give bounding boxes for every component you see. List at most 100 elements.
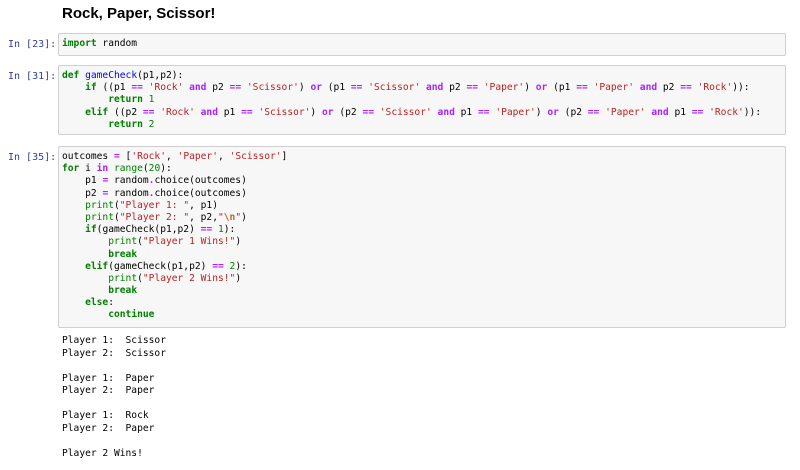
code-token: random [96, 38, 138, 49]
code-line: p2 = random.choice(outcomes) [62, 188, 782, 200]
code-token: 1 [148, 94, 155, 106]
code-token: 'Paper' [177, 151, 218, 162]
notebook-page: Rock, Paper, Scissor! In [23]: import ra… [0, 0, 800, 470]
code-line: print("Player 2: ", p2,"\n") [62, 212, 782, 224]
code-token: )): [743, 106, 762, 118]
cell-output: Player 1: Scissor Player 2: Scissor Play… [62, 335, 166, 460]
code-line: return 1 [62, 94, 782, 106]
code-token: ) [535, 106, 548, 118]
cell-prompt: In [31]: [8, 71, 57, 82]
code-token: return [108, 94, 143, 106]
code-token: p1 [62, 175, 103, 187]
cell-prompt: In [35]: [8, 152, 57, 163]
code-token: "Player 2 Wins!" [142, 272, 236, 284]
code-token: \n [223, 211, 236, 223]
output-line: Player 1: Rock [62, 410, 149, 421]
code-token: ) [241, 211, 247, 223]
code-token: (gameCheck(p1,p2) [96, 224, 201, 236]
code-token: break [108, 248, 138, 260]
code-token: print [108, 236, 138, 248]
code-token: and [639, 82, 658, 94]
code-token: (p1 [322, 82, 351, 94]
output-blank-line [62, 435, 166, 448]
code-token: 'Rock' [131, 151, 166, 162]
code-token: (p1 [547, 82, 577, 94]
code-token: , [217, 151, 230, 162]
code-token: if [85, 224, 97, 236]
code-token: == [131, 82, 143, 94]
code-token: and [189, 82, 207, 94]
code-token: 'Paper' [605, 106, 646, 118]
code-token: print [85, 199, 114, 211]
code-input-area[interactable]: outcomes = ['Rock', 'Paper', 'Scissor'] … [58, 146, 786, 328]
code-token: 'Paper' [495, 106, 536, 118]
code-token: in [96, 163, 109, 175]
code-input-area[interactable]: def gameCheck(p1,p2): if ((p1 == 'Rock' … [58, 65, 786, 135]
code-token: "Player 1 Wins!" [142, 236, 236, 248]
code-token: 2 [148, 118, 155, 130]
code-token: p2 [443, 82, 467, 94]
code-token: i [79, 163, 97, 175]
code-token: (gameCheck(p1,p2) [108, 260, 213, 272]
code-token: == [680, 82, 692, 94]
code-token: p1 [217, 106, 242, 118]
code-token: else [85, 297, 109, 309]
code-token: p2 [206, 82, 230, 94]
code-token: for [62, 163, 80, 175]
code-token: or [310, 82, 322, 94]
code-token: 'Rock' [697, 82, 733, 94]
code-line: import random [62, 38, 782, 50]
code-token: "Player 1: " [119, 199, 190, 211]
code-token: == [466, 82, 478, 94]
code-token: == [362, 106, 374, 118]
code-token: if [85, 82, 97, 94]
code-line: print("Player 2 Wins!") [62, 273, 782, 285]
code-line: def gameCheck(p1,p2): [62, 70, 782, 82]
code-token: ): [160, 163, 172, 175]
code-token: or [535, 82, 548, 94]
code-token: outcomes [62, 151, 114, 162]
code-token: ): [235, 260, 247, 272]
code-token: , p1) [189, 199, 218, 211]
code-line: if ((p1 == 'Rock' and p2 == 'Scissor') o… [62, 82, 782, 94]
code-token: == [587, 106, 600, 118]
code-token: p1 [454, 106, 478, 118]
output-blank-line [62, 398, 166, 411]
code-line: print("Player 1 Wins!") [62, 236, 782, 248]
code-token: ) [298, 82, 311, 94]
code-line: continue [62, 309, 782, 321]
code-token: (p2 [558, 106, 588, 118]
code-token: 'Rock' [148, 82, 184, 94]
code-token: print [85, 211, 114, 223]
code-token: def [62, 70, 80, 81]
code-token: == [142, 106, 155, 118]
code-token: random [108, 175, 149, 187]
code-token: random [108, 187, 149, 199]
code-token: 'Scissor' [229, 151, 282, 162]
code-token: ((p1 [96, 82, 132, 94]
code-token: choice(outcomes) [154, 175, 247, 187]
code-token: ) [235, 236, 242, 248]
code-token: continue [108, 309, 155, 321]
code-token: and [200, 106, 218, 118]
code-token: choice(outcomes) [154, 187, 247, 199]
code-input-area[interactable]: import random [58, 33, 786, 56]
code-token: 'Scissor' [246, 82, 299, 94]
markdown-heading: Rock, Paper, Scissor! [62, 5, 216, 22]
code-token: 'Rock' [160, 106, 195, 118]
code-token: range [114, 163, 143, 175]
code-token: gameCheck [85, 70, 138, 81]
code-token: and [426, 82, 444, 94]
code-token: print [108, 272, 138, 284]
output-line: Player 2: Paper [62, 385, 155, 396]
code-line: if(gameCheck(p1,p2) == 1): [62, 224, 782, 236]
code-token: and [437, 106, 455, 118]
code-token: == [241, 106, 253, 118]
code-token: 'Scissor' [368, 82, 421, 94]
